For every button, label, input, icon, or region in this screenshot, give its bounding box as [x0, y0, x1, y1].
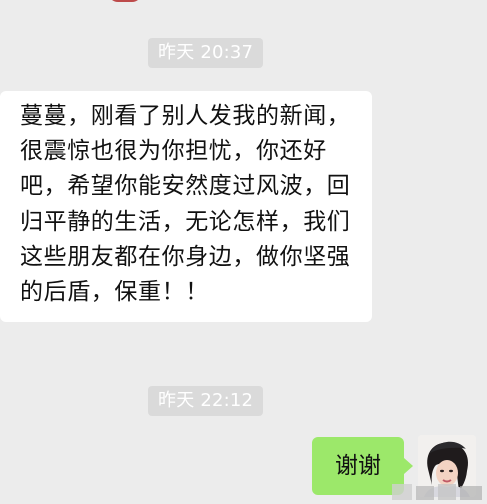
outgoing-message-bubble[interactable]: 谢谢 — [312, 437, 404, 495]
timestamp: 昨天 20:37 — [148, 38, 264, 68]
bubble-tail — [404, 458, 413, 474]
incoming-message-bubble[interactable]: 蔓蔓，刚看了别人发我的新闻，很震惊也很为你担忧，你还好吧，希望你能安然度过风波，… — [0, 91, 372, 323]
partial-avatar — [108, 0, 142, 2]
timestamp: 昨天 22:12 — [148, 386, 264, 416]
watermark-logo-icon — [392, 484, 482, 500]
